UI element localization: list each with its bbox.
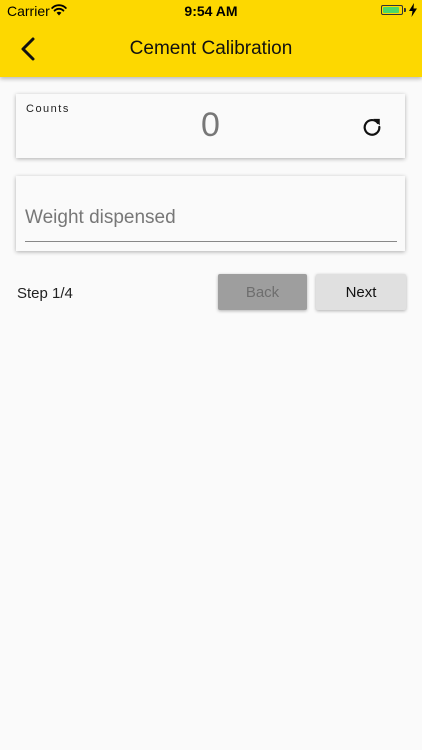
- back-button[interactable]: Back: [218, 274, 307, 310]
- refresh-icon[interactable]: [361, 116, 383, 138]
- weight-card: [16, 176, 405, 251]
- status-time: 9:54 AM: [184, 3, 238, 19]
- step-indicator: Step 1/4: [17, 285, 73, 302]
- battery-icon: [381, 5, 403, 15]
- charging-bolt-icon: [409, 3, 417, 17]
- weight-dispensed-input[interactable]: [25, 194, 397, 242]
- next-button[interactable]: Next: [316, 274, 406, 310]
- counts-card: Counts 0: [16, 94, 405, 158]
- battery-level: [383, 7, 400, 13]
- app-header: Carrier 9:54 AM Cement Calibration: [0, 0, 422, 77]
- status-bar: Carrier 9:54 AM: [0, 0, 422, 22]
- battery-tip: [404, 8, 406, 12]
- counts-value: 0: [201, 106, 220, 144]
- page-title: Cement Calibration: [129, 38, 293, 59]
